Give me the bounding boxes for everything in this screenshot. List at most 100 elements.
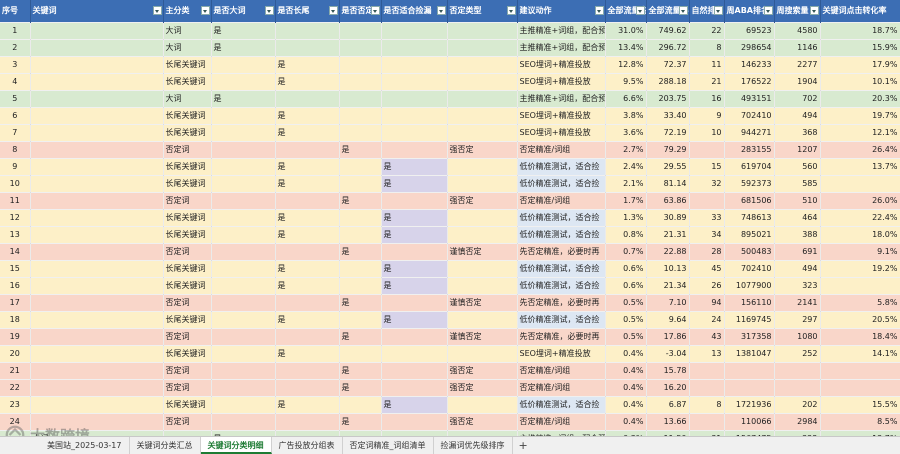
cell-action[interactable]: 主推精准+词组，配合预 (517, 39, 606, 57)
cell-action[interactable]: 低价精准测试，适合捡 (517, 260, 606, 278)
cell-nat[interactable]: 45 (689, 260, 725, 278)
cell-traffic[interactable]: 22.88 (646, 243, 690, 261)
add-sheet-button[interactable]: + (513, 437, 534, 454)
cell-fit[interactable] (381, 345, 448, 363)
cell-action[interactable]: 先否定精准，必要时再 (517, 328, 606, 346)
cell-big[interactable] (211, 141, 276, 159)
cell-kw[interactable] (30, 107, 164, 125)
cell-negtype[interactable] (447, 226, 518, 244)
cell-traffic[interactable]: 21.31 (646, 226, 690, 244)
cell-seq[interactable]: 6 (0, 107, 31, 125)
cell-share[interactable]: 2.1% (605, 175, 647, 193)
cell-traffic[interactable]: 7.10 (646, 294, 690, 312)
cell-action[interactable]: 主推精准+词组，配合预 (517, 22, 606, 40)
cell-aba[interactable]: 895021 (724, 226, 775, 244)
cell-cat[interactable]: 长尾关键词 (163, 158, 212, 176)
cell-long[interactable]: 是 (275, 311, 340, 329)
cell-seq[interactable]: 21 (0, 362, 31, 380)
cell-traffic[interactable]: 29.55 (646, 158, 690, 176)
cell-big[interactable] (211, 379, 276, 397)
cell-seq[interactable]: 18 (0, 311, 31, 329)
filter-dropdown-icon[interactable] (635, 6, 645, 15)
cell-big[interactable] (211, 345, 276, 363)
cell-fit[interactable]: 是 (381, 260, 448, 278)
cell-nat[interactable]: 8 (689, 396, 725, 414)
cell-negtype[interactable]: 谨慎否定 (447, 328, 518, 346)
cell-vol[interactable]: 1146 (774, 39, 821, 57)
cell-big[interactable] (211, 328, 276, 346)
cell-nat[interactable] (689, 379, 725, 397)
filter-dropdown-icon[interactable] (436, 6, 446, 15)
cell-nat[interactable]: 43 (689, 328, 725, 346)
cell-big[interactable]: 是 (211, 90, 276, 108)
cell-share[interactable]: 0.6% (605, 260, 647, 278)
cell-fit[interactable] (381, 107, 448, 125)
cell-negtype[interactable] (447, 39, 518, 57)
cell-kw[interactable] (30, 362, 164, 380)
cell-seq[interactable]: 3 (0, 56, 31, 74)
cell-share[interactable]: 31.0% (605, 22, 647, 40)
cell-cat[interactable]: 长尾关键词 (163, 311, 212, 329)
cell-neg[interactable]: 是 (339, 141, 382, 159)
cell-cat[interactable]: 长尾关键词 (163, 396, 212, 414)
sheet-tab-1[interactable]: 关键词分类汇总 (130, 437, 201, 454)
cell-kw[interactable] (30, 260, 164, 278)
cell-cat[interactable]: 长尾关键词 (163, 107, 212, 125)
cell-kw[interactable] (30, 141, 164, 159)
filter-dropdown-icon[interactable] (594, 6, 604, 15)
cell-big[interactable] (211, 175, 276, 193)
cell-negtype[interactable] (447, 73, 518, 91)
column-header-fit[interactable]: 是否适合捡漏 (381, 0, 448, 23)
cell-kw[interactable] (30, 379, 164, 397)
cell-traffic[interactable]: 9.64 (646, 311, 690, 329)
cell-fit[interactable] (381, 413, 448, 431)
cell-share[interactable]: 3.6% (605, 124, 647, 142)
cell-vol[interactable]: 4580 (774, 22, 821, 40)
cell-kw[interactable] (30, 209, 164, 227)
cell-fit[interactable]: 是 (381, 175, 448, 193)
cell-nat[interactable]: 11 (689, 56, 725, 74)
cell-big[interactable] (211, 192, 276, 210)
cell-traffic[interactable]: 17.86 (646, 328, 690, 346)
cell-seq[interactable]: 23 (0, 396, 31, 414)
cell-fit[interactable] (381, 141, 448, 159)
cell-negtype[interactable] (447, 396, 518, 414)
cell-seq[interactable]: 15 (0, 260, 31, 278)
cell-cat[interactable]: 长尾关键词 (163, 209, 212, 227)
filter-dropdown-icon[interactable] (264, 6, 274, 15)
cell-action[interactable]: 否定精准/词组 (517, 362, 606, 380)
cell-kw[interactable] (30, 243, 164, 261)
cell-fit[interactable] (381, 379, 448, 397)
cell-big[interactable] (211, 260, 276, 278)
cell-aba[interactable]: 317358 (724, 328, 775, 346)
cell-vol[interactable]: 2277 (774, 56, 821, 74)
cell-neg[interactable] (339, 158, 382, 176)
cell-cvr[interactable]: 5.8% (820, 294, 900, 312)
cell-share[interactable]: 12.8% (605, 56, 647, 74)
cell-cvr[interactable]: 14.1% (820, 345, 900, 363)
cell-traffic[interactable]: 33.40 (646, 107, 690, 125)
column-header-long[interactable]: 是否长尾 (275, 0, 340, 23)
cell-aba[interactable]: 619704 (724, 158, 775, 176)
cell-negtype[interactable] (447, 158, 518, 176)
cell-fit[interactable]: 是 (381, 396, 448, 414)
column-header-aba[interactable]: 周ABA排名 (724, 0, 775, 23)
cell-cat[interactable]: 否定词 (163, 362, 212, 380)
cell-negtype[interactable] (447, 175, 518, 193)
cell-neg[interactable] (339, 260, 382, 278)
cell-cvr[interactable]: 22.4% (820, 209, 900, 227)
cell-kw[interactable] (30, 294, 164, 312)
cell-cvr[interactable]: 12.1% (820, 124, 900, 142)
cell-action[interactable]: 低价精准测试，适合捡 (517, 396, 606, 414)
cell-cat[interactable]: 大词 (163, 22, 212, 40)
cell-seq[interactable]: 24 (0, 413, 31, 431)
cell-nat[interactable]: 28 (689, 243, 725, 261)
cell-share[interactable]: 0.4% (605, 413, 647, 431)
cell-kw[interactable] (30, 328, 164, 346)
filter-dropdown-icon[interactable] (713, 6, 723, 15)
spreadsheet-grid[interactable]: 序号 关键词 主分类 是否大词 是否长尾 是否否定 是否适合捡漏 否定类型 建议动作 全部流量占全… (0, 0, 900, 436)
cell-aba[interactable]: 1077900 (724, 277, 775, 295)
cell-vol[interactable]: 494 (774, 260, 821, 278)
cell-share[interactable]: 0.5% (605, 294, 647, 312)
column-header-big[interactable]: 是否大词 (211, 0, 276, 23)
